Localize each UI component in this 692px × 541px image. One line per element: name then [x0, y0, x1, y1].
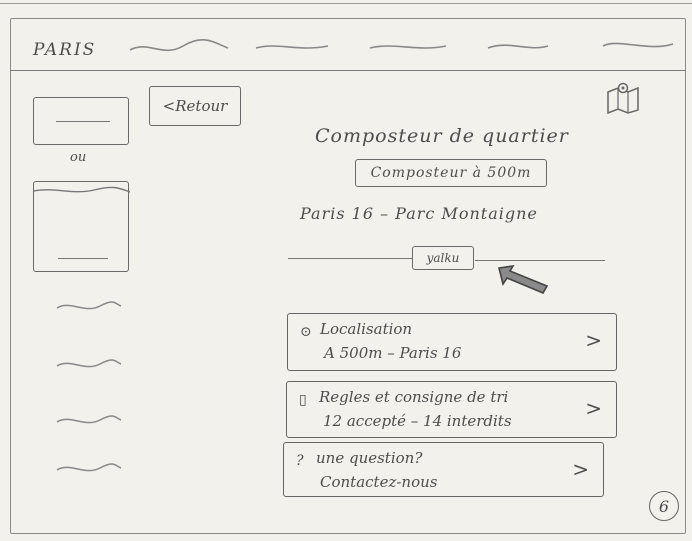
top-edge-line [0, 3, 692, 4]
section-title: Composteur de quartier [315, 125, 569, 147]
document-icon: ▯ [299, 392, 307, 408]
card-top-wave [34, 186, 130, 193]
header-divider [10, 70, 686, 71]
chevron-right-icon: > [585, 328, 602, 352]
chevron-right-icon: > [572, 457, 589, 481]
page-number-badge: 6 [649, 491, 679, 521]
divider-line [288, 258, 412, 259]
divider-line [475, 260, 605, 261]
composter-address: Paris 16 – Parc Montaigne [300, 204, 538, 223]
row-title: Localisation [320, 320, 413, 338]
sidebar-option-card-large[interactable] [33, 181, 130, 272]
row-subtitle: A 500m – Paris 16 [324, 344, 462, 362]
app-title: PARIS [33, 40, 97, 60]
back-button[interactable]: <Retour [149, 86, 241, 126]
contact-row[interactable]: ? une question? Contactez-nous > [283, 442, 604, 497]
arrow-pointer-icon [498, 264, 549, 295]
row-title: Regles et consigne de tri [319, 388, 509, 406]
location-icon: ⊙ [300, 324, 312, 340]
row-subtitle: Contactez-nous [320, 473, 438, 491]
sidebar-placeholder-items [56, 301, 122, 472]
nearest-composter-button[interactable]: Composteur à 500m [355, 159, 547, 187]
card-placeholder-line [56, 121, 110, 122]
row-title: une question? [316, 449, 423, 467]
sorting-rules-row[interactable]: ▯ Regles et consigne de tri 12 accepté –… [286, 381, 617, 438]
location-row[interactable]: ⊙ Localisation A 500m – Paris 16 > [287, 313, 617, 371]
map-pin-icon[interactable] [604, 80, 642, 114]
partner-logo[interactable]: yalku [412, 246, 474, 270]
header-placeholder-text [129, 38, 674, 51]
chevron-right-icon: > [585, 396, 602, 420]
separator-text: ou [70, 150, 87, 165]
row-subtitle: 12 accepté – 14 interdits [323, 412, 512, 430]
question-icon: ? [296, 453, 304, 469]
card-placeholder-line [58, 258, 108, 259]
sidebar-option-card[interactable] [33, 97, 129, 145]
